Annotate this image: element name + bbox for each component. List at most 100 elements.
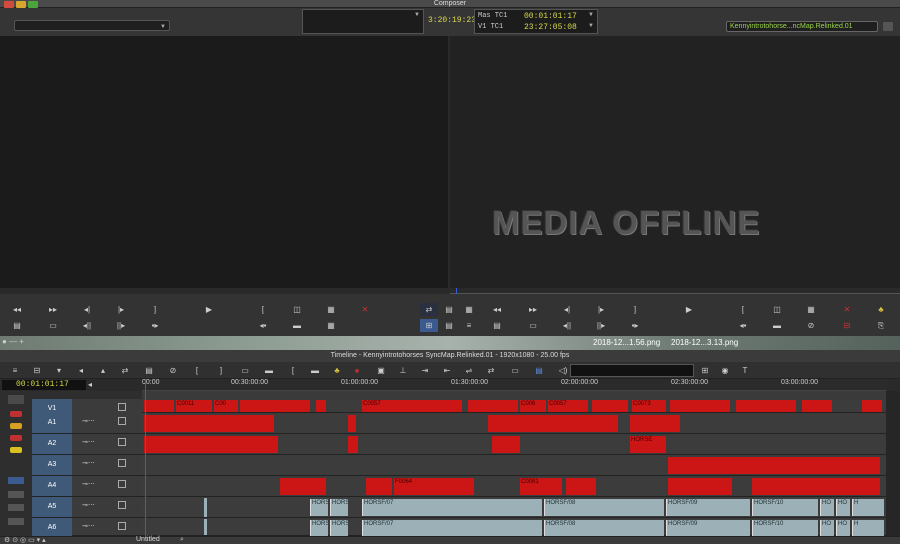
timeline-clip[interactable]: HORSF/09 — [666, 499, 750, 516]
rec-button-5[interactable]: ▪▸ — [626, 319, 644, 332]
toolset-button[interactable]: ⊟ — [28, 364, 46, 377]
toggle-button[interactable]: ▦ — [460, 303, 478, 316]
monitor-track-icon[interactable] — [10, 435, 22, 441]
rec-step-back-button[interactable]: ◂| — [558, 303, 576, 316]
lane-a2[interactable]: HORSE — [142, 434, 886, 455]
timeline-clip[interactable] — [566, 478, 596, 495]
waveform-icon[interactable]: ⊸⋯ — [82, 459, 95, 467]
timeline-clip[interactable]: C006 — [520, 400, 546, 412]
timeline-clip[interactable]: HORSF/10 — [752, 499, 818, 516]
lock-track-icon[interactable] — [10, 447, 22, 453]
rec-button-2[interactable]: ▭ — [524, 319, 542, 332]
lane-a1[interactable] — [142, 413, 886, 434]
track-down-button[interactable]: ▾ — [50, 364, 68, 377]
track-toggle-icon[interactable] — [118, 438, 126, 446]
record-track-icon[interactable] — [10, 411, 22, 417]
go-to-out-button[interactable]: ] — [146, 303, 164, 316]
track-header-a6[interactable]: A6 ⊸⋯ — [32, 518, 142, 538]
timeline-clip[interactable] — [280, 478, 326, 495]
timeline-clip[interactable] — [468, 400, 518, 412]
effect-button[interactable]: ♣ — [328, 364, 346, 377]
timeline-clip[interactable]: HORSE — [630, 436, 666, 453]
timeline-clip[interactable] — [488, 415, 618, 432]
timeline-clip[interactable] — [668, 478, 732, 495]
timeline-clip[interactable] — [240, 400, 310, 412]
source-clip-dropdown[interactable]: ▼ — [14, 20, 170, 31]
timeline-clip[interactable]: HORSF/10 — [752, 520, 818, 536]
source-button-6[interactable]: ◂▪ — [254, 319, 272, 332]
timeline-button-1[interactable]: ▣ — [372, 364, 390, 377]
timeline-button-3[interactable]: ⇥ — [416, 364, 434, 377]
timeline-clip[interactable] — [736, 400, 796, 412]
patch-icon-3[interactable] — [8, 504, 24, 511]
segment-button[interactable]: ▤ — [140, 364, 158, 377]
rec-button-3[interactable]: ◂|| — [558, 319, 576, 332]
track-toggle-icon[interactable] — [118, 522, 126, 530]
extract-button[interactable]: ▤ — [440, 319, 458, 332]
timeline-clip[interactable]: F0064 — [394, 478, 474, 495]
timeline-ruler[interactable]: 00:00 00:30:00:00 01:00:00:00 01:30:00:0… — [142, 379, 886, 391]
bin-name[interactable]: Untitled — [136, 536, 160, 543]
source-monitor[interactable] — [0, 36, 448, 288]
source-button-8[interactable]: ▦ — [322, 319, 340, 332]
timeline-button-5[interactable]: ⇌ — [460, 364, 478, 377]
timeline-clip[interactable]: H — [852, 520, 884, 536]
track-name[interactable]: A1 — [32, 413, 72, 433]
timeline-clip[interactable] — [670, 400, 730, 412]
source-button-5[interactable]: ▪▸ — [146, 319, 164, 332]
track-name[interactable]: A3 — [32, 455, 72, 475]
track-name[interactable]: A2 — [32, 434, 72, 454]
timeline-settings-icon[interactable] — [8, 395, 24, 404]
timeline-clip[interactable]: HORSF/08 — [544, 520, 664, 536]
rec-play-button[interactable]: ▶ — [680, 303, 698, 316]
timeline-clip[interactable]: HO — [820, 499, 834, 516]
track-toggle-icon[interactable] — [118, 480, 126, 488]
timeline-clip[interactable]: HORS — [310, 499, 328, 516]
waveform-button[interactable]: ◉ — [716, 364, 734, 377]
timeline-clip[interactable]: HORSF/08 — [544, 499, 664, 516]
timeline-clip[interactable] — [144, 400, 174, 412]
timeline-button-7[interactable]: ▭ — [506, 364, 524, 377]
rec-button-10[interactable]: ⎘ — [872, 319, 890, 332]
center-dropdown[interactable]: ▼ — [302, 9, 424, 34]
rec-mark-in-button[interactable]: [ — [734, 303, 752, 316]
timeline-button-4[interactable]: ⇤ — [438, 364, 456, 377]
timeline-clip[interactable] — [862, 400, 882, 412]
source-position-bar[interactable] — [0, 288, 450, 294]
trim-right-button[interactable]: ] — [212, 364, 230, 377]
record-monitor[interactable] — [450, 36, 900, 288]
desktop-file-2[interactable]: 2018-12...3.13.png — [671, 338, 738, 347]
timeline-clip[interactable] — [144, 415, 274, 432]
sequence-dropdown[interactable]: Kennyintrotohorse...ncMap.Relinked.01 — [726, 21, 878, 32]
step-back-10-button[interactable]: ◂◂ — [8, 303, 26, 316]
source-button-7[interactable]: ▬ — [288, 319, 306, 332]
timeline-clip[interactable]: HORSF/07 — [362, 520, 542, 536]
timeline-clip[interactable] — [144, 436, 278, 453]
track-toggle-icon[interactable] — [118, 403, 126, 411]
rec-button-6[interactable]: ◂▪ — [734, 319, 752, 332]
text-tool-button[interactable]: T — [736, 364, 754, 377]
track-header-a3[interactable]: A3 ⊸⋯ — [32, 455, 142, 476]
track-toggle-icon[interactable] — [118, 417, 126, 425]
rec-button-7[interactable]: ▬ — [768, 319, 786, 332]
timeline-tracks[interactable]: C0011 C00 C0057 C006 C0057 C0073 HORSE F… — [142, 391, 886, 536]
track-name[interactable]: A5 — [32, 497, 72, 517]
track-up-button[interactable]: ▴ — [94, 364, 112, 377]
timeline-clip[interactable]: HORS — [330, 499, 348, 516]
playhead[interactable] — [145, 379, 146, 536]
timeline-clip[interactable] — [492, 436, 520, 453]
patch-icon-4[interactable] — [8, 518, 24, 525]
timeline-clip[interactable]: HORSF/07 — [362, 499, 542, 516]
timeline-clip[interactable] — [630, 415, 680, 432]
source-button-4[interactable]: ||▸ — [112, 319, 130, 332]
track-header-a4[interactable]: A4 ⊸⋯ — [32, 476, 142, 497]
rec-step-back-10-button[interactable]: ◂◂ — [488, 303, 506, 316]
timeline-clip[interactable] — [668, 457, 880, 474]
overwrite-button[interactable]: ⊞ — [420, 319, 438, 332]
menu-icon[interactable] — [883, 22, 893, 31]
timeline-clip[interactable]: C0011 — [176, 400, 212, 412]
waveform-icon[interactable]: ⊸⋯ — [82, 522, 95, 530]
play-button[interactable]: ▶ — [200, 303, 218, 316]
rec-step-forward-button[interactable]: |▸ — [592, 303, 610, 316]
timeline-clip[interactable]: C0057 — [362, 400, 462, 412]
